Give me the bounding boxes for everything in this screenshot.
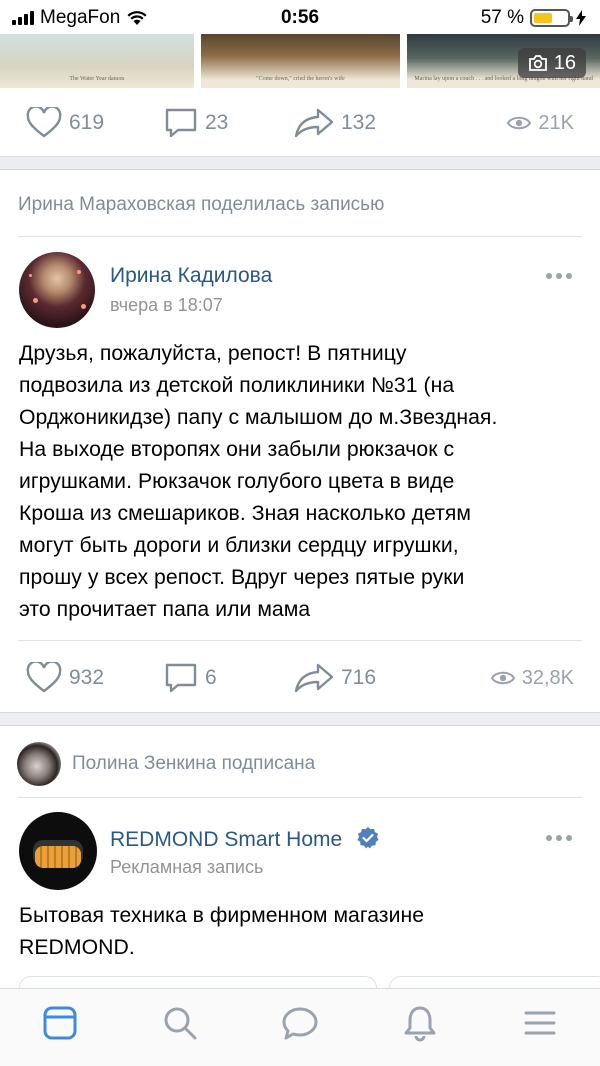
post-actions: 619 23 132 21K bbox=[0, 93, 600, 153]
more-options-icon[interactable] bbox=[546, 273, 572, 279]
share-button[interactable]: 716 bbox=[294, 663, 376, 693]
like-button[interactable]: 619 bbox=[26, 107, 104, 139]
verified-icon bbox=[357, 827, 379, 849]
photo-caption: "Come down," cried the heron's wife bbox=[256, 76, 345, 82]
photo-count: 16 bbox=[553, 51, 576, 74]
post-text-line: Друзья, пожалуйста, репост! В пятницу bbox=[19, 342, 407, 365]
post-text-line: могут быть дороги и близки сердцу игрушк… bbox=[19, 534, 459, 557]
post-separator bbox=[0, 156, 600, 170]
status-bar: MegaFon 0:56 57 % bbox=[0, 0, 600, 34]
comment-icon bbox=[165, 108, 197, 138]
avatar[interactable] bbox=[17, 742, 61, 786]
charging-icon bbox=[576, 10, 586, 26]
post-text: Бытовая техника в фирменном магазине RED… bbox=[19, 900, 589, 964]
gallery-photo[interactable]: "Come down," cried the heron's wife bbox=[200, 34, 401, 88]
view-count: 32,8K bbox=[521, 666, 574, 689]
post-text-line: На выходе второпях они забыли рюкзачок с bbox=[19, 438, 455, 461]
post-text-line: Кроша из смешариков. Зная насколько детя… bbox=[19, 502, 472, 525]
divider bbox=[18, 797, 582, 798]
comment-count: 23 bbox=[205, 111, 229, 134]
like-button[interactable]: 932 bbox=[26, 662, 104, 694]
views-counter: 32,8K bbox=[490, 666, 574, 690]
post-text: Друзья, пожалуйста, репост! В пятницу по… bbox=[19, 338, 589, 626]
ad-label: Рекламная запись bbox=[110, 857, 264, 877]
messages-icon bbox=[282, 1007, 318, 1040]
like-count: 932 bbox=[69, 666, 105, 689]
subscribed-line[interactable]: Полина Зенкина подписана bbox=[72, 753, 315, 775]
tab-search[interactable] bbox=[160, 1003, 200, 1043]
waffle-maker-image bbox=[35, 846, 81, 868]
heart-icon bbox=[26, 107, 62, 138]
author-name-text: REDMOND Smart Home bbox=[110, 828, 343, 851]
photo-gallery[interactable]: The Water Year dances "Come down," cried… bbox=[0, 34, 600, 88]
views-counter: 21K bbox=[507, 112, 574, 135]
share-icon bbox=[294, 108, 334, 138]
photo-count-badge: 16 bbox=[517, 48, 586, 78]
shared-by-line[interactable]: Ирина Мараховская поделилась записью bbox=[18, 194, 384, 216]
author-name[interactable]: Ирина Кадилова bbox=[110, 264, 272, 288]
divider bbox=[18, 236, 582, 237]
post-time[interactable]: вчера в 18:07 bbox=[110, 295, 223, 316]
author-name[interactable]: REDMOND Smart Home bbox=[110, 826, 380, 852]
view-count: 21K bbox=[538, 111, 574, 134]
tab-bar bbox=[0, 988, 600, 1066]
post-text-line: игрушками. Рюкзачок голубого цвета в вид… bbox=[19, 470, 455, 493]
eye-icon bbox=[490, 671, 515, 685]
post-text-line: подвозила из детской поликлиники №31 (на bbox=[19, 374, 455, 397]
camera-icon bbox=[528, 55, 547, 71]
more-options-icon[interactable] bbox=[546, 835, 572, 841]
post-text-line: прошу у всех репост. Вдруг через пятые р… bbox=[19, 566, 465, 589]
menu-icon bbox=[524, 1011, 556, 1035]
post-text-line: Орджоникидзе) папу с малышом до м.Звездн… bbox=[19, 406, 498, 429]
post-text-line: REDMOND. bbox=[19, 936, 135, 959]
divider bbox=[18, 640, 582, 641]
photo-caption: The Water Year dances bbox=[69, 76, 125, 82]
newsfeed-icon bbox=[43, 1006, 77, 1040]
comment-button[interactable]: 6 bbox=[164, 662, 217, 694]
eye-icon bbox=[507, 116, 532, 130]
share-count: 132 bbox=[341, 111, 377, 134]
share-button[interactable]: 132 bbox=[294, 108, 376, 138]
tab-messages[interactable] bbox=[280, 1003, 320, 1043]
share-icon bbox=[294, 663, 334, 693]
gallery-photo[interactable]: The Water Year dances bbox=[0, 34, 194, 88]
like-count: 619 bbox=[69, 111, 105, 134]
post-actions: 932 6 716 32,8K bbox=[0, 648, 600, 708]
tab-notifications[interactable] bbox=[400, 1003, 440, 1043]
battery-icon bbox=[530, 9, 573, 27]
tab-menu[interactable] bbox=[520, 1003, 560, 1043]
tab-newsfeed[interactable] bbox=[40, 1003, 80, 1043]
post-text-line: Бытовая техника в фирменном магазине bbox=[19, 904, 425, 927]
comment-button[interactable]: 23 bbox=[164, 107, 228, 139]
avatar[interactable] bbox=[19, 812, 97, 890]
heart-icon bbox=[26, 662, 62, 693]
comment-count: 6 bbox=[205, 666, 217, 689]
share-count: 716 bbox=[341, 666, 377, 689]
search-icon bbox=[164, 1007, 197, 1040]
notifications-icon bbox=[404, 1006, 436, 1042]
comment-icon bbox=[165, 663, 197, 693]
avatar[interactable] bbox=[19, 252, 95, 328]
battery-percent: 57 % bbox=[480, 7, 524, 28]
post-text-line: это прочитает папа или мама bbox=[19, 598, 311, 621]
post-separator bbox=[0, 712, 600, 726]
